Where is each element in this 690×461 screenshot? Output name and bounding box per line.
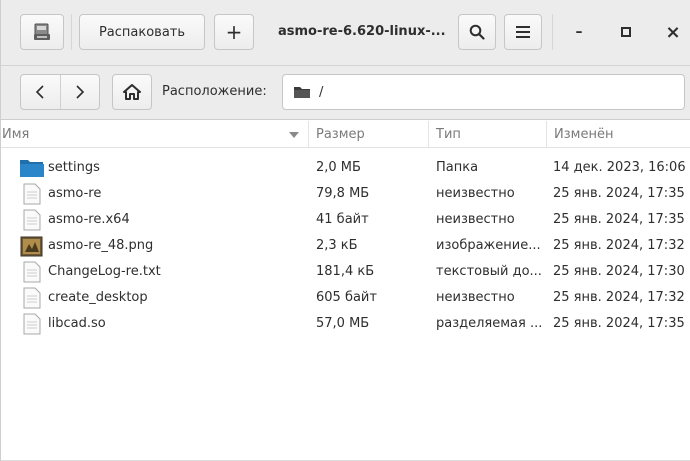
column-name-header[interactable]: Имя [2, 121, 307, 148]
file-size: 41 байт [316, 212, 369, 227]
file-modified: 25 янв. 2024, 17:30 [553, 264, 685, 279]
file-name: libcad.so [48, 316, 106, 331]
file-name: ChangeLog-re.txt [48, 264, 161, 279]
file-row[interactable]: asmo-re 79,8 МБ неизвестно 25 янв. 2024,… [1, 181, 690, 207]
file-name: create_desktop [48, 290, 148, 305]
file-icon [23, 313, 41, 335]
file-size: 605 байт [316, 290, 377, 305]
folder-icon [294, 87, 310, 98]
file-row[interactable]: ChangeLog-re.txt 181,4 кБ текстовый до..… [1, 259, 690, 285]
file-row[interactable]: libcad.so 57,0 МБ разделяемая ... 25 янв… [1, 311, 690, 337]
header-separator [552, 14, 553, 50]
file-list-header: Имя Размер Тип Изменён [1, 121, 690, 148]
close-icon: × [665, 21, 681, 43]
file-type: текстовый до... [436, 264, 542, 279]
maximize-icon [621, 27, 631, 37]
menu-button[interactable] [504, 14, 542, 50]
file-row[interactable]: create_desktop 605 байт неизвестно 25 ян… [1, 285, 690, 311]
column-size-header[interactable]: Размер [308, 121, 428, 148]
file-name: asmo-re [48, 186, 102, 201]
file-modified: 25 янв. 2024, 17:35 [553, 212, 685, 227]
file-type: разделяемая ... [436, 316, 543, 331]
file-modified: 25 янв. 2024, 17:35 [553, 186, 685, 201]
forward-button[interactable] [59, 75, 100, 109]
location-bar: Расположение: / [1, 66, 690, 120]
column-size-label: Размер [316, 127, 365, 142]
location-field[interactable]: / [282, 74, 685, 110]
column-type-header[interactable]: Тип [428, 121, 546, 148]
file-modified: 14 дек. 2023, 16:06 [553, 160, 686, 175]
navigation-buttons [20, 74, 100, 110]
file-modified: 25 янв. 2024, 17:32 [553, 238, 685, 253]
close-button[interactable]: × [655, 14, 690, 50]
sort-down-icon [289, 132, 299, 138]
archive-manager-window: Распаковать + asmo-re-6.620-linux-... – [0, 0, 690, 461]
back-button[interactable] [21, 75, 60, 109]
file-icon [23, 287, 41, 309]
archive-menu-button[interactable] [20, 14, 64, 50]
file-type: Папка [436, 160, 479, 175]
file-type: неизвестно [436, 212, 515, 227]
file-size: 181,4 кБ [316, 264, 375, 279]
header-separator [71, 14, 72, 50]
extract-button-label: Распаковать [98, 24, 186, 40]
archive-icon [34, 23, 50, 40]
extract-button[interactable]: Распаковать [79, 14, 205, 50]
chevron-left-icon [36, 85, 44, 99]
file-icon [23, 183, 41, 205]
file-modified: 25 янв. 2024, 17:32 [553, 290, 685, 305]
file-size: 2,3 кБ [316, 238, 358, 253]
column-name-label: Имя [2, 127, 30, 142]
location-label: Расположение: [162, 84, 267, 99]
add-files-button[interactable]: + [214, 14, 254, 50]
header-bar: Распаковать + asmo-re-6.620-linux-... – [1, 0, 690, 66]
home-button[interactable] [112, 74, 152, 110]
column-type-label: Тип [436, 127, 461, 142]
file-icon [23, 209, 41, 231]
file-type: неизвестно [436, 186, 515, 201]
file-type: изображение... [436, 238, 541, 253]
chevron-right-icon [76, 85, 84, 99]
location-path: / [319, 84, 324, 100]
file-list: settings 2,0 МБ Папка 14 дек. 2023, 16:0… [1, 155, 690, 337]
home-icon [123, 84, 141, 100]
maximize-button[interactable] [608, 14, 644, 50]
file-name: settings [48, 160, 100, 175]
column-modified-label: Изменён [554, 127, 614, 142]
file-row[interactable]: asmo-re_48.png 2,3 кБ изображение... 25 … [1, 233, 690, 259]
folder-icon [20, 160, 44, 177]
file-modified: 25 янв. 2024, 17:35 [553, 316, 685, 331]
minimize-button[interactable]: – [561, 14, 597, 50]
file-name: asmo-re.x64 [48, 212, 130, 227]
file-size: 79,8 МБ [316, 186, 370, 201]
file-name: asmo-re_48.png [48, 238, 154, 253]
plus-icon: + [225, 20, 243, 44]
column-modified-header[interactable]: Изменён [546, 121, 690, 148]
image-icon [20, 236, 43, 257]
window-title: asmo-re-6.620-linux-... [278, 24, 446, 39]
search-button[interactable] [458, 14, 496, 50]
hamburger-icon [516, 26, 530, 38]
file-type: неизвестно [436, 290, 515, 305]
file-size: 57,0 МБ [316, 316, 370, 331]
file-row[interactable]: settings 2,0 МБ Папка 14 дек. 2023, 16:0… [1, 155, 690, 181]
file-row[interactable]: asmo-re.x64 41 байт неизвестно 25 янв. 2… [1, 207, 690, 233]
file-size: 2,0 МБ [316, 160, 361, 175]
file-icon [23, 261, 41, 283]
minimize-icon: – [575, 24, 583, 40]
search-icon [469, 24, 485, 40]
